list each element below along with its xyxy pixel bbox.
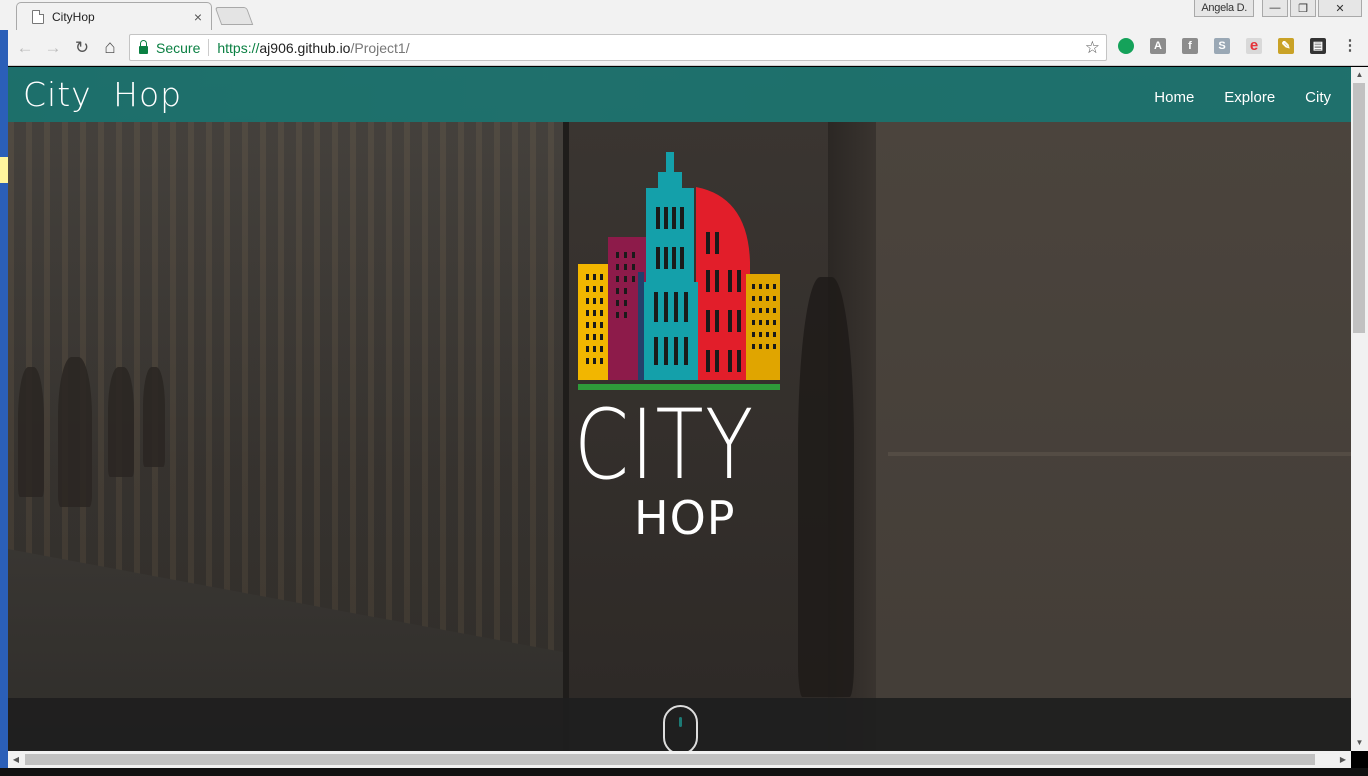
nav-city[interactable]: City [1305, 89, 1331, 106]
tab-title: CityHop [52, 9, 95, 24]
home-icon[interactable]: ⌂ [99, 37, 121, 59]
site-brand[interactable]: City Hop [23, 75, 182, 114]
logo-text-hop: HOP [634, 491, 736, 545]
cityhop-logo-buildings-icon [578, 152, 780, 390]
page-icon [32, 9, 44, 24]
browser-titlebar: CityHop × Angela D. — ❐ ✕ [0, 0, 1368, 30]
pedestrian [143, 367, 165, 467]
bookmark-star-icon[interactable]: ☆ [1085, 38, 1100, 58]
horizontal-scroll-thumb[interactable] [25, 754, 1315, 765]
scroll-indicator-bar [8, 698, 1351, 751]
film-icon[interactable]: ▤ [1310, 38, 1326, 54]
mouse-wheel [679, 717, 682, 727]
scroll-mouse-icon[interactable] [663, 705, 698, 751]
sticky-note-edge [0, 157, 8, 183]
restore-button[interactable]: ❐ [1290, 0, 1316, 17]
close-window-button[interactable]: ✕ [1318, 0, 1362, 17]
url-host: aj906.github.io [259, 39, 351, 56]
horizontal-scrollbar[interactable]: ◀ ▶ [8, 751, 1351, 768]
s-icon[interactable]: S [1214, 38, 1230, 54]
back-arrow-icon[interactable]: ← [14, 37, 36, 59]
hero-background-wall [876, 122, 1351, 751]
profile-button[interactable]: Angela D. [1194, 0, 1254, 17]
secure-label: Secure [156, 39, 201, 56]
hero-background-ledge [888, 452, 1351, 456]
window-controls: Angela D. — ❐ ✕ [1194, 0, 1362, 17]
nav-explore[interactable]: Explore [1224, 89, 1275, 106]
nav-home[interactable]: Home [1154, 89, 1194, 106]
browser-toolbar: ← → ↻ ⌂ Secure https:// aj906.github.io … [0, 30, 1368, 66]
url-scheme: https:// [217, 39, 260, 56]
woman-figure [798, 277, 854, 697]
window-left-edge [0, 30, 8, 776]
vertical-scroll-thumb[interactable] [1353, 83, 1365, 333]
forward-arrow-icon[interactable]: → [42, 37, 64, 59]
scroll-right-arrow-icon[interactable]: ▶ [1335, 751, 1351, 768]
scroll-down-arrow-icon[interactable]: ▼ [1351, 735, 1368, 751]
reload-icon[interactable]: ↻ [71, 37, 93, 59]
vertical-scrollbar[interactable]: ▲ ▼ [1351, 67, 1368, 751]
ebay-icon[interactable]: e [1246, 38, 1262, 54]
scroll-left-arrow-icon[interactable]: ◀ [8, 751, 24, 768]
menu-icon[interactable]: ⋮ [1342, 38, 1358, 54]
minimize-button[interactable]: — [1262, 0, 1288, 17]
taskbar-edge [0, 768, 1368, 776]
lock-icon [139, 39, 148, 54]
pedestrian [18, 367, 44, 497]
grammarly-icon[interactable] [1118, 38, 1134, 54]
url-path: /Project1/ [350, 39, 410, 56]
pedestrian [108, 367, 134, 477]
scroll-up-arrow-icon[interactable]: ▲ [1351, 67, 1368, 83]
browser-tab-content[interactable]: CityHop × [22, 3, 208, 30]
f-icon[interactable]: f [1182, 38, 1198, 54]
page-viewport: City Hop Home Explore City CITY HOP [8, 67, 1351, 751]
tab-close-icon[interactable]: × [194, 9, 202, 25]
logo-text-city: CITY [574, 389, 755, 501]
a-icon[interactable]: A [1150, 38, 1166, 54]
pedestrian [58, 357, 92, 507]
divider [208, 39, 210, 56]
nav-links: Home Explore City [1154, 89, 1331, 106]
address-bar[interactable]: Secure https:// aj906.github.io /Project… [129, 34, 1107, 61]
tools-icon[interactable]: ✎ [1278, 38, 1294, 54]
site-navbar: City Hop Home Explore City [8, 67, 1351, 122]
new-tab-button[interactable] [214, 7, 254, 25]
